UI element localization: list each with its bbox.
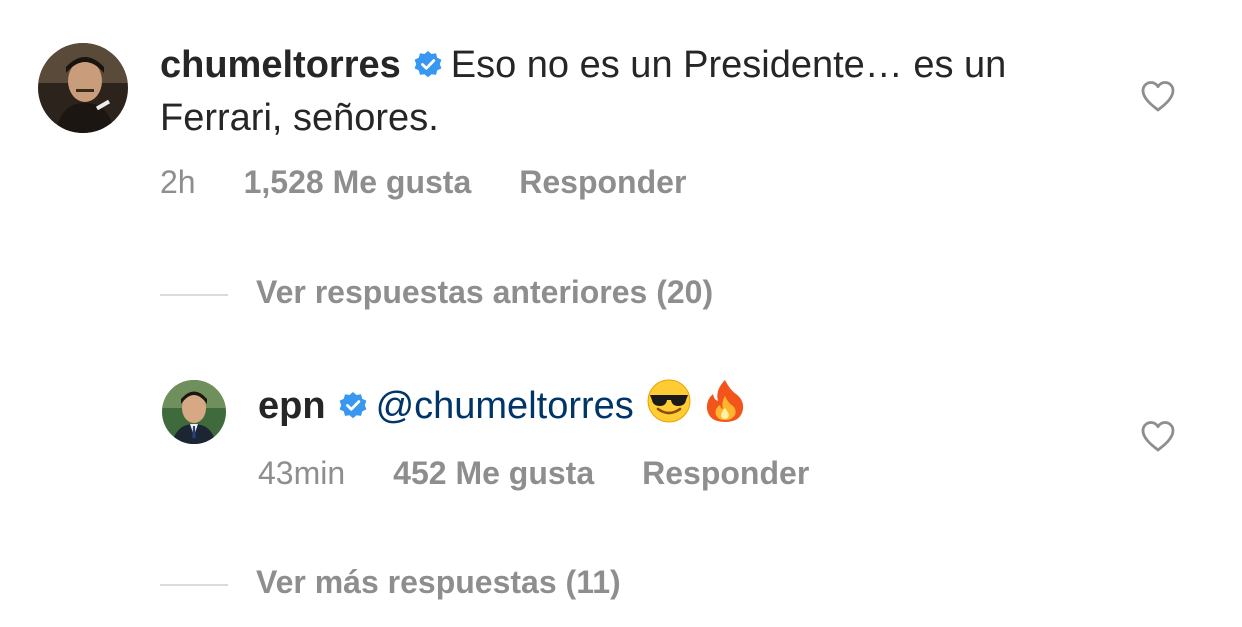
- view-previous-replies-label: Ver respuestas anteriores (20): [256, 274, 714, 310]
- comment-epn-text: epn @chumeltorres: [258, 378, 958, 437]
- view-previous-replies-button[interactable]: Ver respuestas anteriores (20): [160, 272, 713, 312]
- comment-chumeltorres-text: chumeltorres Eso no es un Presidente… es …: [160, 40, 1060, 143]
- reply-button[interactable]: Responder: [519, 162, 686, 202]
- fire-icon: [704, 378, 746, 437]
- view-more-replies-button[interactable]: Ver más respuestas (11): [160, 562, 621, 602]
- avatar-epn[interactable]: [162, 380, 226, 444]
- verified-badge-icon: [338, 384, 368, 434]
- likes-count-button[interactable]: 1,528 Me gusta: [244, 162, 472, 202]
- divider-line: [160, 583, 228, 586]
- smiling-face-with-sunglasses-icon: [646, 378, 692, 437]
- username-chumeltorres[interactable]: chumeltorres: [160, 44, 401, 86]
- like-heart-icon[interactable]: [1140, 80, 1176, 117]
- reply-button[interactable]: Responder: [642, 453, 809, 493]
- comment-time: 2h: [160, 164, 196, 200]
- verified-badge-icon: [413, 43, 443, 93]
- avatar-chumeltorres[interactable]: [38, 43, 128, 133]
- comment-time: 43min: [258, 455, 346, 491]
- comment-meta-epn: 43min 452 Me gusta Responder: [258, 453, 857, 493]
- mention-link[interactable]: @chumeltorres: [376, 385, 634, 427]
- likes-count-button[interactable]: 452 Me gusta: [393, 453, 594, 493]
- divider-line: [160, 293, 228, 296]
- view-more-replies-label: Ver más respuestas (11): [256, 564, 621, 600]
- like-heart-icon[interactable]: [1140, 420, 1176, 457]
- comment-meta-chumeltorres: 2h 1,528 Me gusta Responder: [160, 162, 734, 202]
- username-epn[interactable]: epn: [258, 385, 326, 427]
